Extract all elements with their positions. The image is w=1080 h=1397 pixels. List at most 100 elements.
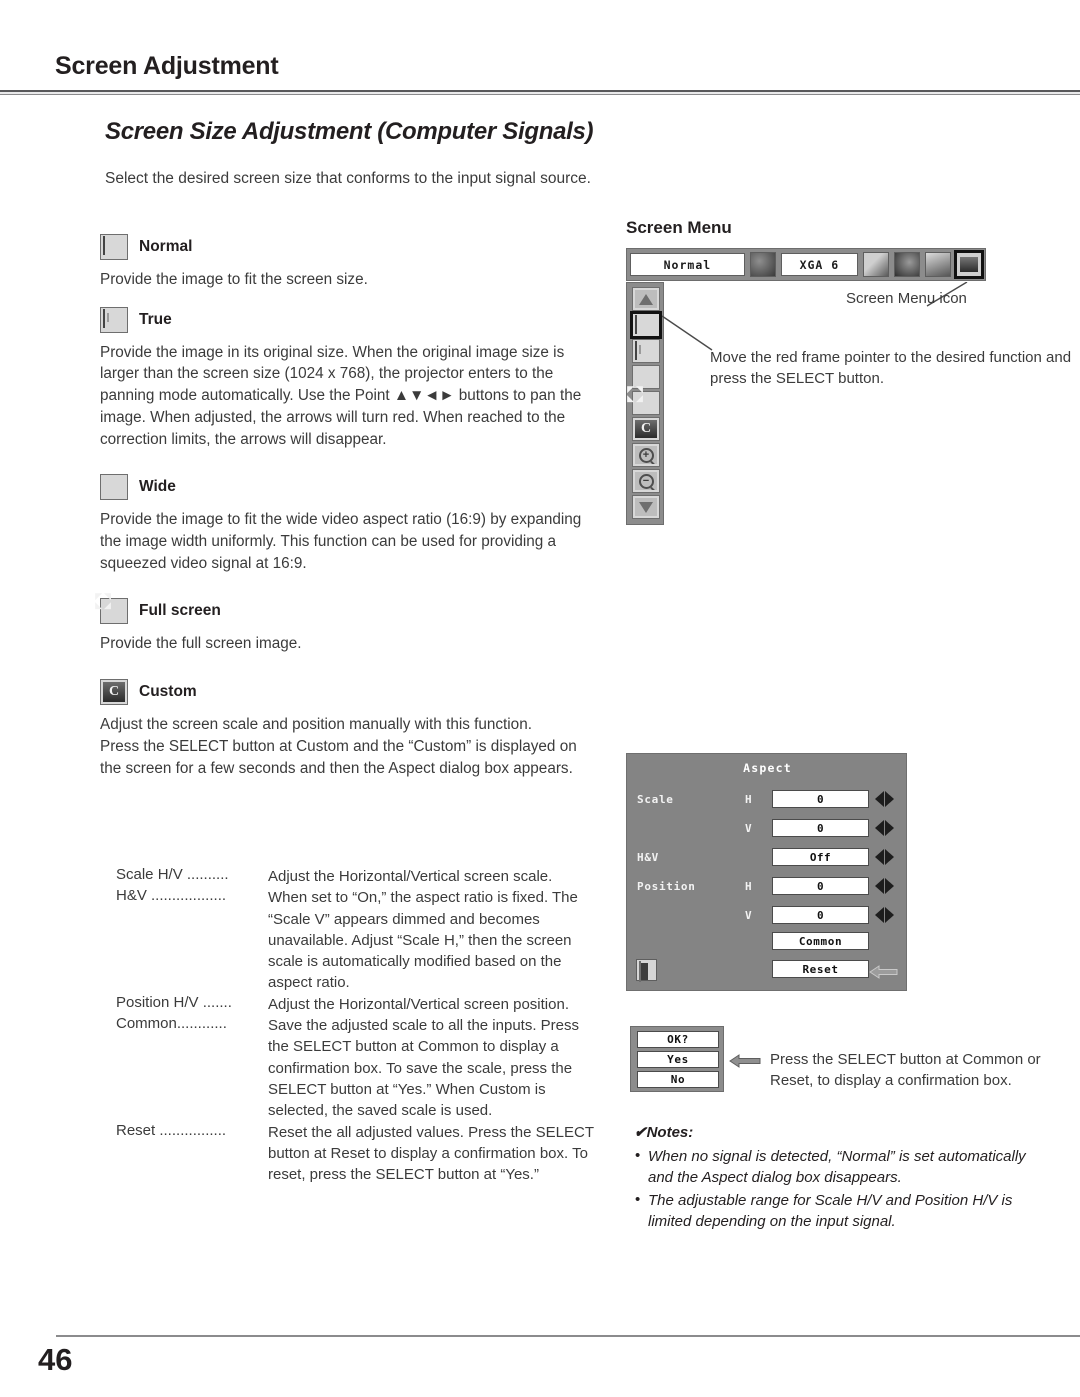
full-screen-icon[interactable]: ◢◣◥◤: [627, 385, 660, 415]
mode-block-wide: Wide Provide the image to fit the wide v…: [100, 472, 600, 574]
definition-description: Reset the all adjusted values. Press the…: [268, 1123, 594, 1184]
mode-label-wide: Wide: [139, 478, 176, 496]
mode-label-custom: Custom: [139, 683, 197, 701]
mode-label-fullscreen: Full screen: [139, 602, 221, 620]
confirmation-note-text: Press the SELECT button at Common or Res…: [770, 1051, 1041, 1089]
common-button[interactable]: Common: [772, 932, 869, 950]
definition-term: Common............: [116, 1015, 227, 1033]
mode-block-fullscreen: ◢◣ ◥◤ Full screen Provide the full scree…: [95, 592, 600, 655]
aspect-value-position-h[interactable]: 0: [772, 877, 869, 895]
aspect-axis-v: V: [745, 821, 752, 835]
mode-body-fullscreen: Provide the full screen image.: [100, 635, 302, 653]
aspect-label-hv: H&V: [637, 850, 659, 864]
color-adjust-icon[interactable]: [894, 252, 920, 277]
definition-row: Position H/V ....... Adjust the Horizont…: [116, 994, 596, 1015]
true-screen-icon[interactable]: [632, 339, 660, 363]
confirm-prompt: OK?: [637, 1031, 719, 1048]
note-item: The adjustable range for Scale H/V and P…: [634, 1190, 1034, 1232]
aspect-spinner-hv[interactable]: [875, 849, 899, 865]
scroll-up-icon[interactable]: [632, 287, 660, 311]
mode-head-wide: Wide: [100, 472, 600, 502]
mode-head-custom: C Custom: [100, 677, 600, 707]
projector-settings-icon[interactable]: [749, 252, 776, 277]
custom-parameter-list: Scale H/V .......... Adjust the Horizont…: [116, 866, 596, 1185]
aspect-spinner-scale-h[interactable]: [875, 791, 899, 807]
mode-head-true: True: [100, 305, 600, 335]
definition-term: H&V ..................: [116, 887, 227, 905]
aspect-value-hv[interactable]: Off: [772, 848, 869, 866]
mode-head-fullscreen: ◢◣ ◥◤ Full screen: [95, 592, 600, 626]
definition-term: Reset ................: [116, 1121, 227, 1139]
callout-line-pointer-note: [662, 315, 713, 351]
custom-screen-icon: C: [100, 679, 128, 706]
aspect-row-position-v: V 0: [627, 903, 908, 927]
definition-description: Adjust the Horizontal/Vertical screen po…: [268, 995, 569, 1013]
pointer-arrow-icon: [729, 1054, 761, 1068]
mode-block-true: True Provide the image in its original s…: [100, 305, 600, 451]
true-screen-icon: [100, 306, 128, 333]
pointer-instruction-text: Move the red frame pointer to the desire…: [710, 349, 1072, 387]
normal-screen-icon: [100, 234, 128, 260]
no-button[interactable]: No: [637, 1071, 719, 1088]
definition-description: Save the adjusted scale to all the input…: [268, 1017, 580, 1120]
section-intro-text: Select the desired screen size that conf…: [105, 170, 591, 187]
aspect-axis-h: H: [745, 792, 752, 806]
aspect-row-position-h: Position H 0: [627, 874, 908, 898]
aspect-spinner-position-v[interactable]: [875, 907, 899, 923]
definition-row: Scale H/V .......... Adjust the Horizont…: [116, 866, 596, 887]
aspect-value-scale-h[interactable]: 0: [772, 790, 869, 808]
aspect-spinner-position-h[interactable]: [875, 878, 899, 894]
mode-body-normal: Provide the image to fit the screen size…: [100, 271, 368, 288]
aspect-dialog: Aspect Scale H 0 V 0 H&V Off Position H …: [626, 753, 907, 991]
osd-mode-field[interactable]: Normal: [630, 253, 745, 276]
mode-body-custom: Adjust the screen scale and position man…: [100, 716, 577, 777]
definition-description: When set to “On,” the aspect ratio is fi…: [268, 889, 578, 992]
wide-screen-icon: [100, 474, 128, 501]
aspect-axis-h: H: [745, 879, 752, 893]
notes-block: ✔Notes: When no signal is detected, “Nor…: [634, 1123, 1034, 1236]
notes-heading: ✔Notes:: [634, 1123, 1034, 1141]
mode-body-wide: Provide the image to fit the wide video …: [100, 511, 582, 572]
zoom-in-icon[interactable]: +: [632, 443, 660, 467]
aspect-row-hv: H&V Off: [627, 845, 908, 869]
computer-input-icon[interactable]: [863, 252, 889, 277]
note-item: When no signal is detected, “Normal” is …: [634, 1146, 1034, 1188]
screen-menu-icon-caption: Screen Menu icon: [846, 290, 967, 307]
definition-row: H&V .................. When set to “On,”…: [116, 887, 596, 993]
header-divider: [0, 90, 1080, 95]
aspect-dialog-title: Aspect: [743, 761, 792, 775]
notes-list: When no signal is detected, “Normal” is …: [634, 1146, 1034, 1233]
mode-block-normal: Normal Provide the image to fit the scre…: [100, 232, 600, 291]
zoom-out-icon[interactable]: −: [632, 469, 660, 493]
osd-input-field[interactable]: XGA 6: [780, 253, 858, 276]
mode-label-normal: Normal: [139, 238, 193, 255]
checkmark-icon: ✔: [634, 1124, 647, 1141]
normal-screen-icon[interactable]: [630, 311, 662, 339]
definition-term: Position H/V .......: [116, 993, 232, 1011]
scroll-down-icon[interactable]: [632, 495, 660, 519]
aspect-axis-v: V: [745, 908, 752, 922]
aspect-value-position-v[interactable]: 0: [772, 906, 869, 924]
osd-icon-column: ◢◣◥◤ C + −: [626, 282, 664, 525]
page-title: Screen Adjustment: [55, 52, 279, 80]
back-arrow-icon[interactable]: [868, 964, 898, 980]
screen-menu-icon[interactable]: [954, 250, 984, 279]
full-screen-icon: ◢◣ ◥◤: [95, 592, 128, 625]
screen-menu-section: Screen Menu: [626, 218, 1046, 238]
aspect-value-scale-v[interactable]: 0: [772, 819, 869, 837]
mode-head-normal: Normal: [100, 232, 600, 262]
confirmation-box: OK? Yes No: [630, 1026, 724, 1092]
mode-descriptions: Normal Provide the image to fit the scre…: [95, 232, 600, 785]
definition-row: Reset ................ Reset the all adj…: [116, 1122, 596, 1186]
reset-button[interactable]: Reset: [772, 960, 869, 978]
exit-door-icon[interactable]: [636, 959, 657, 982]
section-heading: Screen Size Adjustment (Computer Signals…: [105, 118, 594, 145]
aspect-label-position: Position: [637, 879, 696, 893]
notes-heading-label: Notes:: [646, 1124, 694, 1141]
image-adjust-icon[interactable]: [925, 252, 951, 277]
yes-button[interactable]: Yes: [637, 1051, 719, 1068]
custom-screen-icon[interactable]: C: [632, 417, 660, 441]
aspect-spinner-scale-v[interactable]: [875, 820, 899, 836]
osd-menu-bar: Normal XGA 6: [626, 248, 986, 281]
mode-block-custom: C Custom Adjust the screen scale and pos…: [100, 677, 600, 779]
